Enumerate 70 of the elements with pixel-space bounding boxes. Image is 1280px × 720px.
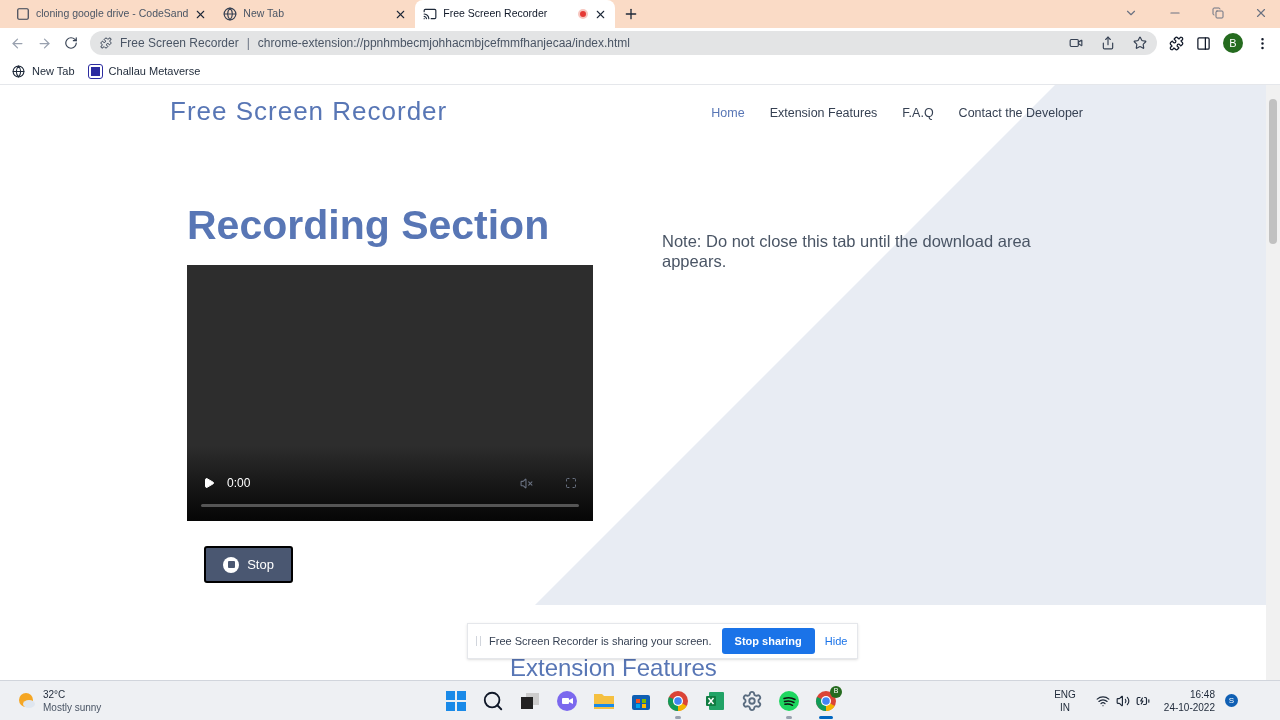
tab-title: Free Screen Recorder bbox=[443, 6, 549, 22]
restore-icon[interactable] bbox=[1212, 7, 1224, 19]
running-indicator bbox=[675, 715, 681, 719]
stop-button[interactable]: Stop bbox=[204, 546, 293, 583]
browser-tab[interactable]: Free Screen Recorder bbox=[415, 0, 616, 28]
search-icon[interactable] bbox=[482, 689, 504, 712]
sun-cloud-icon bbox=[18, 691, 36, 710]
running-indicator bbox=[786, 715, 792, 719]
sharing-message: Free Screen Recorder is sharing your screen. bbox=[489, 633, 712, 649]
brand-title[interactable]: Free Screen Recorder bbox=[170, 91, 448, 131]
star-icon[interactable] bbox=[1133, 36, 1147, 50]
section-heading: Extension Features bbox=[510, 658, 717, 678]
language-label[interactable]: ENG bbox=[1054, 687, 1076, 701]
section-heading: Recording Section bbox=[187, 201, 551, 249]
nav-link[interactable]: Home bbox=[711, 103, 745, 123]
drag-handle-icon[interactable] bbox=[476, 636, 481, 646]
site-name: Free Screen Recorder bbox=[120, 35, 239, 52]
back-icon[interactable] bbox=[10, 35, 25, 51]
chrome-icon[interactable] bbox=[815, 689, 837, 712]
hide-button[interactable]: Hide bbox=[824, 632, 848, 650]
camera-icon[interactable] bbox=[1069, 36, 1083, 50]
clock-date[interactable]: 24-10-2022 bbox=[1163, 700, 1215, 714]
temperature: 32°C bbox=[43, 687, 67, 701]
globe-icon bbox=[223, 7, 238, 21]
tab-title: New Tab bbox=[243, 6, 286, 22]
bookmark[interactable]: Challau Metaverse bbox=[88, 62, 201, 80]
reload-icon[interactable] bbox=[64, 36, 78, 50]
stop-icon bbox=[223, 556, 240, 573]
spreadsheet-icon[interactable] bbox=[704, 689, 726, 712]
spotify-icon[interactable] bbox=[778, 689, 800, 712]
page-icon bbox=[16, 7, 30, 21]
screen-icon bbox=[423, 7, 438, 21]
running-indicator bbox=[819, 715, 833, 719]
gear-icon[interactable] bbox=[741, 689, 763, 712]
nav-link[interactable]: Contact the Developer bbox=[958, 103, 1083, 123]
profile-avatar[interactable]: B bbox=[1223, 33, 1243, 53]
globe-icon bbox=[12, 64, 25, 78]
region-label[interactable]: IN bbox=[1060, 700, 1070, 714]
bookmark[interactable]: New Tab bbox=[12, 62, 75, 80]
nav-link[interactable]: F.A.Q bbox=[902, 103, 934, 123]
scrollbar[interactable] bbox=[1266, 85, 1280, 680]
share-icon[interactable] bbox=[1101, 36, 1115, 50]
note-text: Note: Do not close this tab until the download area appears. bbox=[662, 231, 1032, 272]
browser-tab[interactable]: New Tab bbox=[215, 0, 416, 28]
url-separator: | bbox=[246, 35, 250, 52]
weather-widget[interactable]: 32°C Mostly sunny bbox=[18, 687, 418, 714]
browser-tab[interactable]: cloning google drive - CodeSand bbox=[8, 0, 216, 28]
extension-icon bbox=[100, 37, 112, 49]
fullscreen-icon[interactable] bbox=[565, 477, 577, 489]
notification-badge[interactable]: S bbox=[1225, 694, 1238, 707]
video-player[interactable]: 0:00 bbox=[187, 265, 593, 521]
url-text: chrome-extension://ppnhmbecmjohhacmbjcefmmfhanjecaa/index.html bbox=[257, 35, 631, 52]
chrome-icon[interactable] bbox=[667, 689, 689, 712]
forward-icon[interactable] bbox=[37, 35, 52, 51]
windows-icon[interactable] bbox=[445, 689, 467, 712]
nav-link[interactable]: Extension Features bbox=[769, 103, 878, 123]
clock-time[interactable]: 16:48 bbox=[1189, 687, 1215, 701]
wifi-icon[interactable] bbox=[1095, 693, 1110, 708]
extensions-icon[interactable] bbox=[1169, 35, 1184, 51]
chat-icon[interactable] bbox=[556, 689, 578, 712]
play-icon[interactable] bbox=[203, 477, 215, 489]
progress-track[interactable] bbox=[201, 504, 579, 507]
time-label: 0:00 bbox=[227, 475, 251, 492]
mute-icon[interactable] bbox=[520, 476, 533, 490]
volume-icon[interactable] bbox=[1115, 693, 1130, 708]
side-panel-icon[interactable] bbox=[1196, 35, 1211, 51]
stop-sharing-button[interactable]: Stop sharing bbox=[721, 628, 815, 654]
address-bar[interactable]: Free Screen Recorder | chrome-extension://ppnhmbecmjohhacmbjcefmmfhanjecaa/index.html bbox=[90, 31, 1157, 55]
tab-title: cloning google drive - CodeSand bbox=[36, 6, 189, 22]
weather-condition: Mostly sunny bbox=[43, 700, 102, 714]
